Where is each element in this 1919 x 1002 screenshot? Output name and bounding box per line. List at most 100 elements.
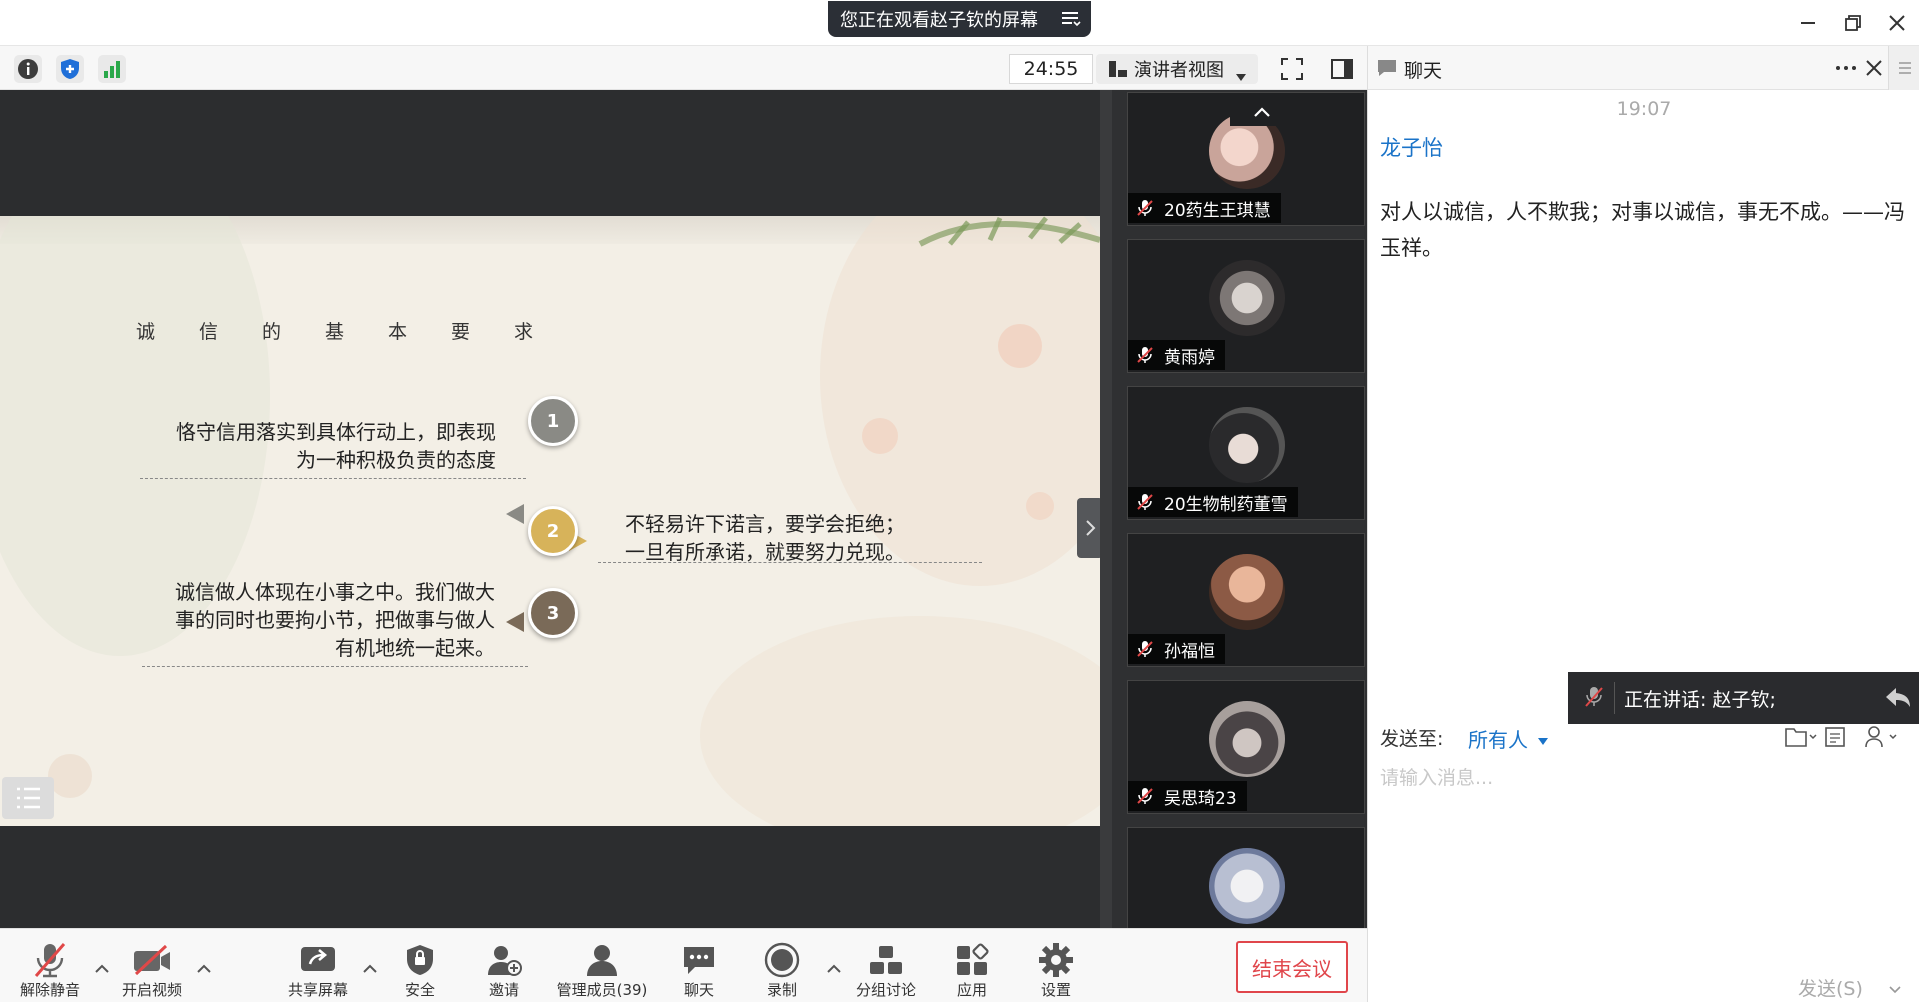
announcement-icon[interactable]: [1824, 726, 1846, 752]
shield-icon[interactable]: [56, 55, 84, 83]
participant-name: 20药生王琪慧: [1164, 200, 1271, 221]
send-to-dropdown[interactable]: 所有人: [1468, 724, 1549, 753]
apps-icon: [952, 941, 992, 979]
control-label: 分组讨论: [855, 981, 916, 999]
breakout-icon: [866, 941, 906, 979]
participant-gallery: 20药生王琪慧 黄雨婷 20生物制药董雪 孙福恒 吴思琦23: [1100, 90, 1367, 928]
point-2-badge: 2: [528, 506, 578, 556]
more-options-icon[interactable]: [1834, 58, 1858, 82]
participant-tile[interactable]: 吴思琦23: [1127, 680, 1365, 814]
meeting-toolbar: 24:55 演讲者视图: [0, 46, 1367, 90]
invite-button[interactable]: 邀请: [456, 929, 552, 1002]
users-icon: [582, 941, 622, 979]
point-3-underline: [142, 666, 528, 667]
camera-off-icon: [132, 941, 172, 979]
unmute-button[interactable]: 解除静音: [2, 929, 98, 1002]
chat-title: 聊天: [1404, 60, 1443, 82]
settings-button[interactable]: 设置: [1008, 929, 1104, 1002]
participant-tile[interactable]: 孙福恒: [1127, 533, 1365, 667]
view-mode-dropdown[interactable]: 演讲者视图: [1096, 54, 1258, 84]
control-label: 解除静音: [19, 981, 80, 999]
record-button[interactable]: 录制: [734, 929, 830, 1002]
chat-header: 聊天: [1368, 46, 1919, 90]
mic-muted-icon: [30, 941, 70, 979]
control-label: 共享屏幕: [287, 981, 348, 999]
point-1-line-2: 为一种积极负责的态度: [296, 448, 496, 472]
minimize-icon[interactable]: [1795, 10, 1821, 36]
user-icon[interactable]: [1864, 725, 1904, 753]
avatar: [1209, 260, 1285, 336]
manage-participants-button[interactable]: 管理成员(39): [552, 929, 652, 1002]
participant-name-label: 吴思琦23: [1128, 781, 1247, 811]
start-video-button[interactable]: 开启视频: [104, 929, 200, 1002]
control-label: 开启视频: [121, 981, 182, 999]
message-text: 对人以诚信，人不欺我；对事以诚信，事无不成。——冯玉祥。: [1380, 200, 1905, 260]
share-screen-button[interactable]: 共享屏幕: [270, 929, 366, 1002]
control-label: 聊天: [683, 981, 714, 999]
apps-button[interactable]: 应用: [924, 929, 1020, 1002]
shared-screen: 诚信的基本要求 恪守信用落实到具体行动上，即表现 为一种积极负责的态度 1 2 …: [0, 90, 1103, 928]
close-icon[interactable]: [1884, 10, 1910, 36]
control-label: 安全: [404, 981, 435, 999]
avatar: [1209, 701, 1285, 777]
point-3-text: 诚信做人体现在小事之中。我们做大 事的同时也要拘小节，把做事与做人 有机地统一起…: [140, 578, 495, 662]
close-icon[interactable]: [1862, 56, 1886, 84]
control-label: 应用: [956, 981, 987, 999]
restore-icon[interactable]: [1840, 10, 1866, 36]
mic-muted-icon: [1137, 200, 1153, 216]
point-3-line-3: 有机地统一起来。: [335, 636, 495, 660]
share-banner-text: 您正在观看赵子钦的屏幕: [840, 10, 1038, 31]
divider: [1614, 682, 1615, 714]
mic-muted-icon: [1137, 494, 1153, 510]
shield-icon: [400, 941, 440, 979]
breakout-rooms-button[interactable]: 分组讨论: [838, 929, 934, 1002]
chat-icon: [679, 941, 719, 979]
participant-tile[interactable]: [1127, 827, 1365, 928]
point-1-underline: [140, 478, 526, 479]
point-2-line-1: 不轻易许下诺言，要学会拒绝；: [625, 512, 905, 536]
file-icon[interactable]: [1784, 726, 1818, 752]
chevron-up-icon[interactable]: [196, 959, 212, 973]
slide-list-button[interactable]: [2, 777, 54, 819]
control-label: 邀请: [488, 981, 519, 999]
layout-icon: [1108, 60, 1128, 83]
participant-name-label: 20生物制药董雪: [1128, 487, 1298, 517]
point-3-line-2: 事的同时也要拘小节，把做事与做人: [175, 608, 495, 632]
gear-icon: [1036, 941, 1076, 979]
signal-icon[interactable]: [98, 55, 126, 83]
avatar: [1209, 407, 1285, 483]
participant-name: 黄雨婷: [1164, 347, 1215, 368]
participant-tile[interactable]: 黄雨婷: [1127, 239, 1365, 373]
message-input[interactable]: [1380, 758, 1900, 798]
chat-button[interactable]: 聊天: [651, 929, 747, 1002]
menu-icon[interactable]: [1059, 7, 1081, 29]
participant-tile[interactable]: 20生物制药董雪: [1127, 386, 1365, 520]
control-label: 设置: [1040, 981, 1071, 999]
control-label: 管理成员(39): [556, 981, 648, 999]
participant-name: 吴思琦23: [1164, 788, 1237, 809]
chevron-down-icon[interactable]: [1888, 980, 1902, 999]
chat-icon: [1376, 58, 1398, 82]
panel-toggle-icon[interactable]: [1328, 55, 1356, 83]
mic-muted-icon: [1584, 686, 1604, 713]
record-icon: [762, 941, 802, 979]
chevron-down-icon: [1236, 65, 1246, 86]
point-2-underline: [598, 562, 982, 563]
fullscreen-icon[interactable]: [1278, 55, 1306, 83]
side-menu-icon[interactable]: [1888, 46, 1919, 90]
share-banner[interactable]: 您正在观看赵子钦的屏幕: [828, 1, 1091, 37]
info-icon[interactable]: [14, 55, 42, 83]
security-button[interactable]: 安全: [372, 929, 468, 1002]
reply-icon[interactable]: [1882, 684, 1912, 717]
point-1-badge: 1: [528, 396, 578, 446]
send-to-label: 发送至:: [1380, 728, 1444, 750]
end-meeting-button[interactable]: 结束会议: [1236, 941, 1348, 993]
message-sender[interactable]: 龙子怡: [1380, 132, 1443, 162]
chat-panel: 聊天 19:07 龙子怡 对人以诚信，人不欺我；对事以诚信，事无不成。——冯玉祥…: [1367, 46, 1919, 1002]
share-screen-icon: [298, 941, 338, 979]
chevron-down-icon: [1538, 738, 1549, 745]
participant-name-label: 孙福恒: [1128, 634, 1225, 664]
chevron-up-icon[interactable]: [1230, 98, 1294, 126]
point-3-line-1: 诚信做人体现在小事之中。我们做大: [175, 580, 495, 604]
send-button[interactable]: 发送(S): [1798, 974, 1863, 1001]
